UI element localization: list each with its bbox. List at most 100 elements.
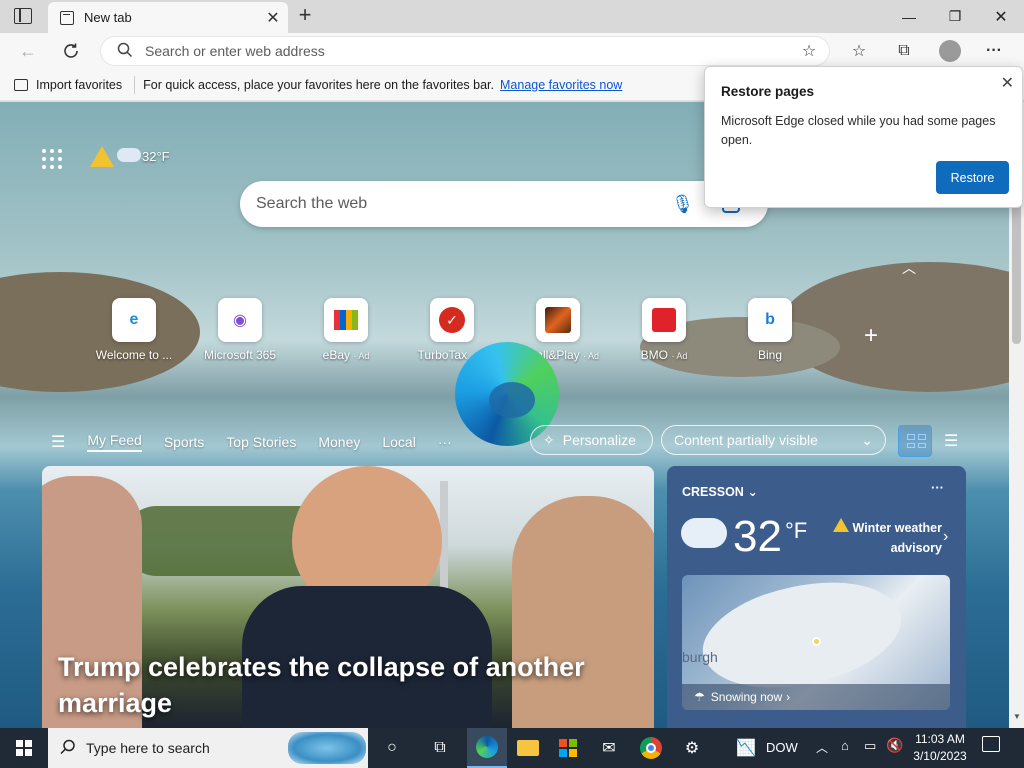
news-card[interactable]: Trump celebrates the collapse of another… (42, 466, 654, 728)
chevron-down-icon: ⌄ (861, 431, 873, 448)
chevron-right-icon: › (786, 690, 791, 704)
title-bar: New tab ✕ + — ❐ ✕ (0, 0, 1024, 33)
quick-link-welcome[interactable]: e Welcome to ... (89, 298, 179, 362)
windows-taskbar: Type here to search ○ ⧉ ✉ ⚙ 📉 DOW ︿ ⌂ ▭ … (0, 728, 1024, 768)
more-options-icon[interactable]: ··· (931, 480, 944, 495)
scroll-down-arrow[interactable]: ▼ (1013, 712, 1021, 721)
collapse-chevron-icon[interactable]: ︿ (902, 258, 916, 278)
quick-link-ebay[interactable]: eBay · Ad (301, 298, 391, 362)
quick-link-microsoft-365[interactable]: ◉ Microsoft 365 (195, 298, 285, 362)
stock-chart-icon[interactable]: 📉 (726, 728, 766, 768)
weather-alert-icon (833, 518, 849, 532)
restore-window-button[interactable]: ❐ (932, 0, 978, 33)
manage-favorites-link[interactable]: Manage favorites now (500, 78, 622, 92)
feed-tab-sports[interactable]: Sports (164, 434, 204, 450)
notifications-icon[interactable] (982, 736, 1000, 752)
webcam-icon[interactable]: ⌂ (841, 738, 849, 753)
quick-link-label: TurboTax (417, 348, 468, 362)
quick-link-label: Microsoft 365 (203, 348, 277, 362)
import-favorites-button[interactable]: Import favorites (14, 75, 136, 94)
search-icon (117, 42, 133, 61)
weather-temperature: 32 (733, 512, 782, 561)
apps-launcher-icon[interactable] (42, 149, 62, 169)
popup-message: Microsoft Edge closed while you had some… (721, 114, 996, 147)
file-explorer-icon[interactable] (508, 728, 548, 768)
ad-label: · Ad (353, 351, 370, 361)
quick-link-label: Welcome to ... (95, 348, 173, 362)
show-hidden-icons[interactable]: ︿ (816, 739, 828, 756)
install-play-icon (536, 298, 580, 342)
grid-layout-icon[interactable] (898, 425, 932, 457)
feed-tab-my-feed[interactable]: My Feed (87, 432, 142, 452)
mail-icon[interactable]: ✉ (589, 728, 629, 768)
settings-gear-icon[interactable]: ⚙ (672, 728, 712, 768)
search-highlight-image (288, 732, 366, 764)
weather-location[interactable]: CRESSON ⌄ (682, 484, 758, 499)
personalize-label: Personalize (562, 432, 636, 448)
news-headline[interactable]: Trump celebrates the collapse of another… (58, 649, 628, 721)
microphone-icon[interactable]: 🎙 (671, 194, 694, 215)
network-icon[interactable]: ▭ (864, 738, 876, 754)
start-button[interactable] (4, 728, 44, 768)
chevron-right-icon[interactable]: › (943, 528, 948, 546)
restore-pages-popup: Restore pages ✕ Microsoft Edge closed wh… (704, 66, 1023, 208)
favorites-bar-message: For quick access, place your favorites h… (143, 77, 495, 92)
weather-alert[interactable]: Winter weather advisory (852, 518, 943, 558)
weather-card[interactable]: CRESSON ⌄ ··· 32 °F Winter weather advis… (667, 466, 966, 728)
more-tabs-icon[interactable]: ··· (438, 434, 452, 450)
back-icon[interactable]: ← (16, 39, 40, 63)
stock-label[interactable]: DOW (766, 740, 798, 755)
address-bar[interactable]: Search or enter web address (100, 36, 830, 66)
new-tab-button[interactable]: + (292, 4, 318, 28)
minimize-button[interactable]: — (886, 0, 932, 33)
add-favorite-icon[interactable]: ☆ (797, 39, 821, 63)
weather-temp[interactable]: 32°F (142, 149, 170, 164)
clock-time[interactable]: 11:03 AM (912, 732, 968, 746)
snow-cloud-icon (681, 518, 727, 548)
weather-map[interactable]: burgh ☂ Snowing now › (682, 575, 950, 710)
personalize-button[interactable]: ✧ Personalize (530, 425, 653, 455)
quick-link-bing[interactable]: b Bing (725, 298, 815, 362)
content-visibility-dropdown[interactable]: Content partially visible ⌄ (661, 425, 886, 455)
tab-new-tab[interactable]: New tab ✕ (48, 2, 288, 33)
feed-tab-money[interactable]: Money (318, 434, 360, 450)
quick-link-bmo[interactable]: BMO · Ad (619, 298, 709, 362)
list-layout-icon[interactable]: ☰ (944, 431, 958, 451)
task-switcher-icon[interactable]: ⧉ (420, 728, 460, 768)
more-options-icon[interactable]: ··· (982, 39, 1006, 63)
web-search-box[interactable]: Search the web 🎙 (240, 181, 768, 227)
tab-title: New tab (84, 10, 132, 25)
content-visibility-value: Content partially visible (674, 432, 818, 448)
volume-muted-icon[interactable]: 🔇 (886, 737, 903, 754)
collections-icon[interactable]: ⧉ (892, 39, 916, 63)
taskbar-search-box[interactable]: Type here to search (48, 728, 368, 768)
quick-link-label: eBay (322, 348, 350, 362)
turbotax-icon: ✓ (430, 298, 474, 342)
snowing-now-bar[interactable]: ☂ Snowing now › (682, 684, 950, 710)
snowing-now-label: Snowing now (710, 690, 783, 704)
bmo-icon (642, 298, 686, 342)
favorites-icon[interactable]: ☆ (847, 39, 871, 63)
new-tab-icon (60, 10, 74, 25)
chrome-icon[interactable] (631, 728, 671, 768)
web-search-placeholder: Search the web (256, 195, 368, 212)
add-shortcut-icon[interactable]: + (864, 322, 878, 350)
clock-date[interactable]: 3/10/2023 (910, 749, 970, 763)
task-view-icon[interactable]: ○ (372, 728, 412, 768)
hamburger-menu-icon[interactable]: ☰ (51, 432, 65, 452)
feed-tab-local[interactable]: Local (382, 434, 415, 450)
refresh-icon[interactable] (59, 39, 83, 63)
edge-taskbar-icon[interactable] (467, 728, 507, 768)
close-tab-icon[interactable]: ✕ (258, 8, 288, 28)
feed-tab-top-stories[interactable]: Top Stories (226, 434, 296, 450)
import-favorites-label: Import favorites (36, 77, 123, 92)
close-window-button[interactable]: ✕ (978, 0, 1024, 33)
tab-actions-icon[interactable] (14, 8, 32, 24)
edge-logo-icon: e (112, 298, 156, 342)
restore-button[interactable]: Restore (936, 161, 1009, 194)
quick-link-label: Bing (757, 348, 783, 362)
close-icon[interactable]: ✕ (1001, 73, 1014, 93)
profile-avatar[interactable] (938, 39, 962, 63)
weather-unit: °F (785, 518, 808, 543)
microsoft-store-icon[interactable] (548, 728, 588, 768)
